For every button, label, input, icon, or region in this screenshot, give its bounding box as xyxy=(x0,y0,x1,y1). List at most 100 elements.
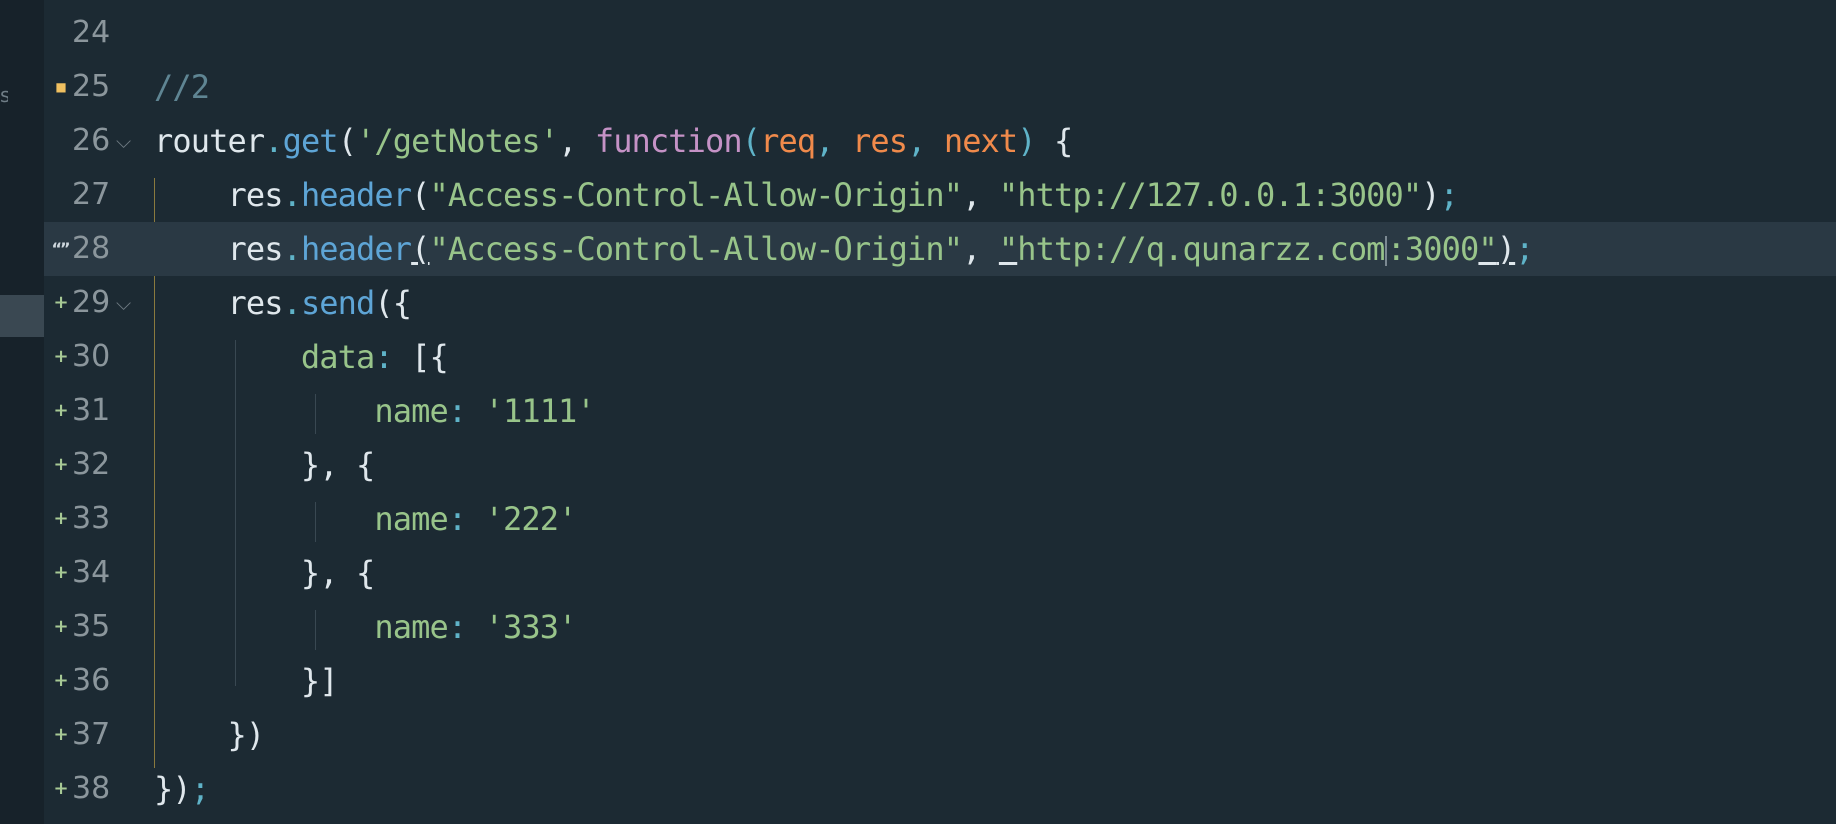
code-text[interactable]: res.send({ xyxy=(154,276,412,330)
line-number: 34 xyxy=(72,555,111,590)
code-token: name xyxy=(154,392,448,430)
code-line-33[interactable]: +33 name: '222' xyxy=(44,492,1836,546)
code-text[interactable]: }) xyxy=(154,708,265,762)
git-added-icon: + xyxy=(53,292,69,313)
code-token: send xyxy=(300,284,375,322)
code-token: : xyxy=(447,500,485,538)
code-line-27[interactable]: 27 res.header("Access-Control-Allow-Orig… xyxy=(44,168,1836,222)
line-number: 31 xyxy=(72,393,111,428)
code-line-34[interactable]: +34 }, { xyxy=(44,546,1836,600)
code-token: '1111' xyxy=(484,392,596,430)
code-token: :3000 xyxy=(1386,230,1480,268)
line-gutter[interactable]: +30 xyxy=(44,330,154,384)
code-text[interactable]: name: '1111' xyxy=(154,384,595,438)
code-token: "http://127.0.0.1:3000" xyxy=(998,176,1422,214)
line-gutter[interactable]: “” 28 xyxy=(44,222,154,276)
code-token: http://q.qunarzz.com xyxy=(1017,230,1385,268)
code-token: . xyxy=(264,122,283,160)
code-line-38[interactable]: +38}); xyxy=(44,762,1836,816)
git-added-icon: + xyxy=(53,616,69,637)
line-gutter[interactable]: +36 xyxy=(44,654,154,708)
line-gutter[interactable]: +33 xyxy=(44,492,154,546)
code-line-37[interactable]: +37 }) xyxy=(44,708,1836,762)
code-text[interactable]: res.header("Access-Control-Allow-Origin"… xyxy=(154,168,1458,222)
code-token: }) xyxy=(154,716,265,754)
line-number: 28 xyxy=(72,231,111,266)
line-gutter[interactable]: 24 xyxy=(44,6,154,60)
code-token: ( xyxy=(337,122,357,160)
code-text[interactable]: name: '333' xyxy=(154,600,578,654)
code-line-25[interactable]: ■ 25 //2 xyxy=(44,60,1836,114)
code-line-26[interactable]: 26 ⌵ router.get('/getNotes', function(req,… xyxy=(44,114,1836,168)
line-gutter[interactable]: 27 xyxy=(44,168,154,222)
code-token: res xyxy=(851,122,908,160)
git-added-icon: + xyxy=(53,400,69,421)
code-text[interactable]: }] xyxy=(154,654,339,708)
code-token: ({ xyxy=(374,284,412,322)
line-gutter[interactable]: +34 xyxy=(44,546,154,600)
line-number: 24 xyxy=(72,15,111,50)
code-line-36[interactable]: +36 }] xyxy=(44,654,1836,708)
side-panel-selected-item[interactable] xyxy=(0,295,44,337)
line-gutter[interactable]: ■ 25 xyxy=(44,60,154,114)
git-added-icon: + xyxy=(53,724,69,745)
code-token: ) xyxy=(1421,176,1440,214)
code-token: header xyxy=(300,230,412,268)
code-token: res xyxy=(154,284,283,322)
git-added-icon: + xyxy=(53,346,69,367)
line-gutter[interactable]: +31 xyxy=(44,384,154,438)
code-text[interactable]: router.get('/getNotes', function(req, re… xyxy=(154,114,1073,168)
line-number: 25 xyxy=(72,69,111,104)
line-number: 36 xyxy=(72,663,111,698)
code-token: ( xyxy=(411,176,430,214)
code-line-28[interactable]: “” 28 res.header("Access-Control-Allow-Or… xyxy=(44,222,1836,276)
code-token: }) xyxy=(154,770,192,808)
code-token: ) xyxy=(1496,230,1516,268)
line-number: 33 xyxy=(72,501,111,536)
code-token: '333' xyxy=(484,608,578,646)
code-token: res xyxy=(154,176,283,214)
editor-pane[interactable]: 24 ■ 25//2 26 ⌵ router.get('/getNotes', funct… xyxy=(44,0,1836,824)
code-token: [{ xyxy=(411,338,449,376)
code-token: }] xyxy=(154,662,339,700)
code-token: : xyxy=(374,338,412,376)
code-line-30[interactable]: +30 data: [{ xyxy=(44,330,1836,384)
code-line-29[interactable]: +29 ⌵ res.send({ xyxy=(44,276,1836,330)
line-gutter[interactable]: +38 xyxy=(44,762,154,816)
code-text[interactable]: name: '222' xyxy=(154,492,577,546)
code-text[interactable]: data: [{ xyxy=(154,330,449,384)
code-token: , xyxy=(962,230,999,268)
git-added-icon: + xyxy=(53,670,69,691)
code-text[interactable]: //2 xyxy=(154,60,210,114)
code-text[interactable]: res.header("Access-Control-Allow-Origin"… xyxy=(154,222,1534,276)
code-token: "Access-Control-Allow-Origin" xyxy=(429,176,964,214)
line-gutter[interactable]: +37 xyxy=(44,708,154,762)
fold-chevron-icon[interactable]: ⌵ xyxy=(116,114,131,168)
code-token: ) xyxy=(1017,122,1055,160)
line-gutter[interactable]: +29 ⌵ xyxy=(44,276,154,330)
line-gutter[interactable]: 26 ⌵ xyxy=(44,114,154,168)
line-gutter[interactable]: +35 xyxy=(44,600,154,654)
code-token: . xyxy=(282,284,302,322)
code-editor-window: s 24 ■ 25//2 26 ⌵ router.get('/getNotes', fun… xyxy=(0,0,1836,824)
code-text[interactable]: }); xyxy=(154,762,210,816)
code-token: req xyxy=(760,122,816,160)
code-token: }, { xyxy=(154,554,375,592)
line-gutter[interactable]: +32 xyxy=(44,438,154,492)
code-token: ; xyxy=(190,770,210,808)
line-number: 35 xyxy=(72,609,111,644)
code-token: , xyxy=(907,122,944,160)
code-text[interactable]: }, { xyxy=(154,546,375,600)
code-text[interactable]: }, { xyxy=(154,438,375,492)
code-line-24[interactable]: 24 xyxy=(44,6,1836,60)
code-token: ; xyxy=(1439,176,1459,214)
side-panel: s xyxy=(0,0,44,824)
fold-chevron-icon[interactable]: ⌵ xyxy=(116,276,131,330)
git-modified-icon: ■ xyxy=(55,80,67,94)
line-number: 38 xyxy=(72,771,111,806)
code-token: }, { xyxy=(154,446,375,484)
code-line-31[interactable]: +31 name: '1111' xyxy=(44,384,1836,438)
code-line-32[interactable]: +32 }, { xyxy=(44,438,1836,492)
code-token: name xyxy=(154,608,448,646)
code-line-35[interactable]: +35 name: '333' xyxy=(44,600,1836,654)
